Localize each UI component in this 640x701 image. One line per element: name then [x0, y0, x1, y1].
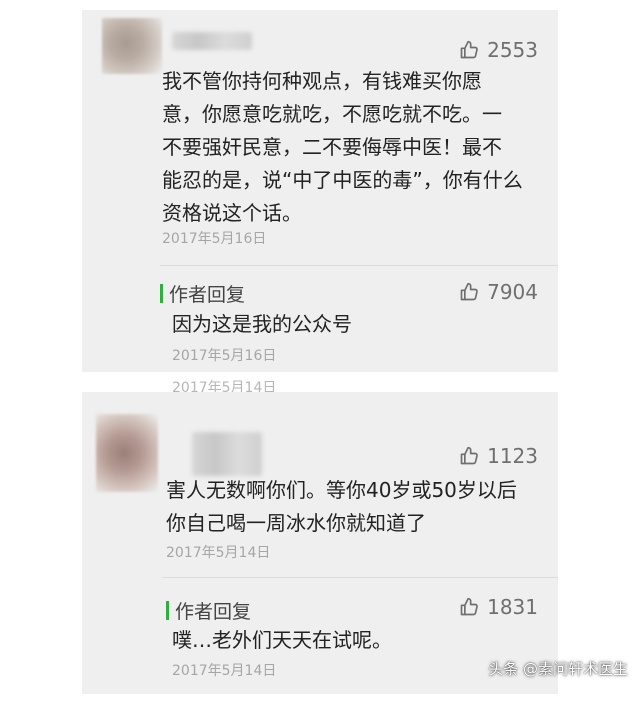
thumbs-up-icon [460, 40, 478, 59]
avatar[interactable] [102, 18, 162, 74]
comment-date: 2017年5月16日 [162, 231, 267, 247]
comment-line: 害人无数啊你们。等你40岁或50岁以后 [166, 478, 517, 502]
reply-text: 因为这是我的公众号 [172, 312, 352, 336]
reply-divider [160, 265, 558, 266]
avatar[interactable] [96, 414, 158, 492]
reply-date: 2017年5月14日 [172, 663, 277, 679]
reply-like-count: 7904 [487, 280, 538, 304]
reply-date: 2017年5月16日 [172, 348, 277, 364]
author-reply-tag: 作者回复 [160, 280, 245, 307]
comment-text: 我不管你持何种观点，有钱难买你愿 意，你愿意吃就吃，不愿吃就不吃。一 不要强奸民… [162, 65, 558, 230]
watermark: 头条 @素问轩术医生 [488, 660, 628, 678]
reply-like-count: 1831 [487, 595, 538, 619]
comment-line: 能忍的是，说“中了中医的毒”，你有什么 [162, 168, 523, 192]
thumbs-up-icon [460, 282, 478, 301]
comment-card: 2553 我不管你持何种观点，有钱难买你愿 意，你愿意吃就吃，不愿吃就不吃。一 … [82, 10, 558, 372]
username-blurred [172, 32, 252, 50]
author-reply-tag: 作者回复 [166, 597, 251, 624]
username-blurred [192, 432, 262, 476]
reply-like-button[interactable]: 7904 [459, 280, 538, 304]
comment-date: 2017年5月14日 [166, 545, 271, 561]
thumbs-up-icon [460, 446, 478, 465]
comment-line: 不要强奸民意，二不要侮辱中医！最不 [162, 135, 502, 159]
thumbs-up-icon [460, 597, 478, 616]
author-reply-marker [160, 284, 163, 303]
comment-line: 意，你愿意吃就吃，不愿吃就不吃。一 [162, 102, 502, 126]
author-reply-marker [166, 601, 169, 620]
comment-line: 你自己喝一周冰水你就知道了 [166, 511, 426, 535]
comment-card: 1123 害人无数啊你们。等你40岁或50岁以后 你自己喝一周冰水你就知道了 2… [82, 392, 558, 694]
like-count: 2553 [487, 38, 538, 62]
comment-text: 害人无数啊你们。等你40岁或50岁以后 你自己喝一周冰水你就知道了 [166, 474, 558, 540]
like-button[interactable]: 2553 [459, 38, 538, 62]
comment-line: 我不管你持何种观点，有钱难买你愿 [162, 69, 482, 93]
like-count: 1123 [487, 444, 538, 468]
author-reply-label: 作者回复 [175, 601, 252, 623]
reply-like-button[interactable]: 1831 [459, 595, 538, 619]
comment-line: 资格说这个话。 [162, 201, 302, 225]
like-button[interactable]: 1123 [459, 444, 538, 468]
author-reply-label: 作者回复 [169, 284, 246, 306]
reply-text: 噗…老外们天天在试呢。 [172, 628, 392, 652]
reply-divider [162, 577, 558, 578]
